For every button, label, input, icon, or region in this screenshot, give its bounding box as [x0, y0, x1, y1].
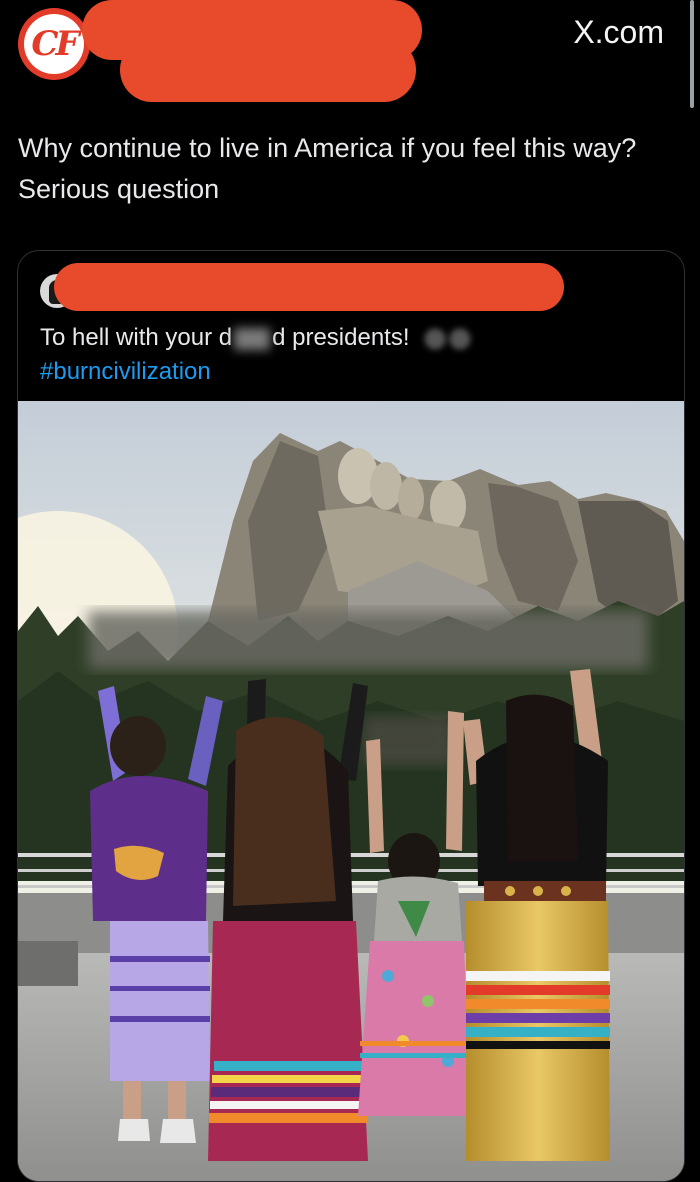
blurred-emoji [419, 323, 474, 354]
photo-image [18, 401, 684, 1181]
quoted-post-card[interactable]: To hell with your d d presidents! #burnci… [17, 250, 685, 1182]
quoted-text-end: d presidents! [272, 324, 410, 351]
redacted-quoted-author [54, 263, 564, 311]
post-body-text: Why continue to live in America if you f… [18, 133, 637, 204]
quoted-text-start: To hell with your d [40, 324, 233, 351]
quoted-post-text: To hell with your d d presidents! #burnci… [40, 321, 640, 389]
censored-word [234, 327, 271, 350]
hashtag-link[interactable]: #burncivilization [40, 358, 211, 385]
avatar-logo: CF [24, 14, 84, 74]
site-watermark: X.com [573, 14, 664, 50]
post-header: CF X.com [0, 0, 700, 110]
post-photo[interactable] [18, 401, 684, 1181]
redacted-author-handle [120, 38, 416, 102]
avatar-logo-text: CF [31, 24, 79, 64]
scrollbar[interactable] [690, 0, 694, 108]
author-avatar[interactable]: CF [18, 8, 90, 80]
